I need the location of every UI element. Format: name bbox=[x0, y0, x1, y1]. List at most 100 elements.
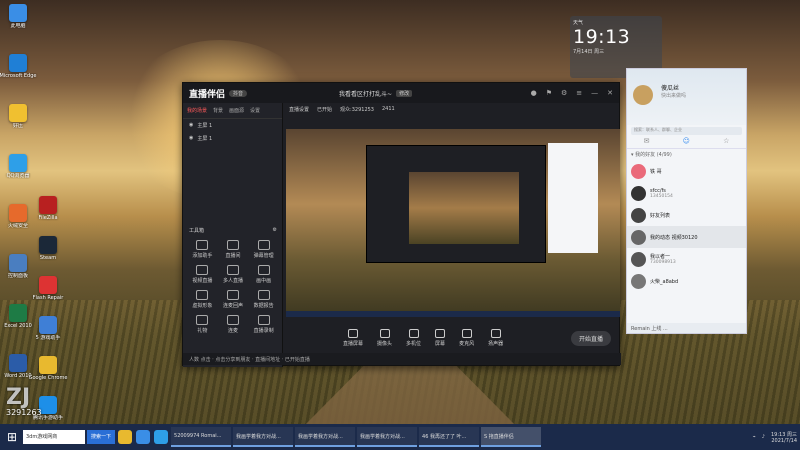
taskbar-item[interactable]: 我画学着我方对战... bbox=[233, 427, 294, 447]
eye-icon[interactable]: ◉ bbox=[189, 122, 193, 129]
desktop-icon[interactable]: Excel 2010 bbox=[2, 304, 34, 338]
tool-button[interactable]: 连麦 bbox=[218, 315, 249, 334]
message-tab-icon[interactable]: ✉ bbox=[644, 137, 650, 148]
control-label: 扬声器 bbox=[488, 341, 504, 347]
contact-text: 我以者一 730098913 bbox=[650, 253, 676, 265]
contact-text: sfcc/fs 13450154 bbox=[650, 188, 673, 199]
chat-panel[interactable]: 傻瓜丝 快出来做吗 搜索：联系人、群聊、企业 ✉ ☺ ☆ ▾ 我的好友 (4/9… bbox=[626, 68, 747, 334]
desktop-icon[interactable]: Steam bbox=[32, 236, 64, 270]
contact-row[interactable]: 铁 哥 bbox=[627, 160, 746, 182]
contacts-tab-icon[interactable]: ☺ bbox=[683, 137, 690, 148]
menu-icon[interactable]: ≡ bbox=[576, 89, 582, 97]
control-button[interactable]: 摄像头 bbox=[377, 329, 392, 347]
close-icon[interactable]: ✕ bbox=[607, 89, 613, 97]
tool-button[interactable]: 直播间 bbox=[218, 240, 249, 259]
taskbar-item[interactable]: S 拖直播伴侣 bbox=[481, 427, 542, 447]
contact-row[interactable]: 好友列表 bbox=[627, 204, 746, 226]
contact-row[interactable]: 我的动态 视频30120 bbox=[627, 226, 746, 248]
preview-info: 2411 bbox=[381, 106, 395, 112]
eye-icon[interactable]: ◉ bbox=[189, 135, 193, 142]
start-live-button[interactable]: 开始直播 bbox=[570, 330, 611, 346]
network-icon[interactable]: ⌁ bbox=[753, 434, 756, 440]
weather-day: 周三 bbox=[594, 49, 605, 55]
contact-row[interactable]: sfcc/fs 13450154 bbox=[627, 182, 746, 204]
desktop-icon[interactable]: 5 游戏助手 bbox=[32, 316, 64, 350]
left-tab[interactable]: 设置 bbox=[250, 107, 260, 114]
chrome-pinned-icon[interactable] bbox=[118, 430, 133, 444]
desktop-icon[interactable]: FileZilla bbox=[32, 196, 64, 230]
tray-time[interactable]: 19:13 周三 bbox=[771, 431, 797, 438]
tool-button[interactable]: 虚拟形象 bbox=[187, 290, 218, 309]
volume-icon[interactable]: ♪ bbox=[762, 434, 765, 440]
system-tray: ⌁ ♪ 19:13 周三 2021/7/14 bbox=[753, 431, 797, 444]
taskbar-search-button[interactable]: 搜索一下 bbox=[87, 430, 116, 444]
app-icon bbox=[9, 154, 27, 172]
toolbox-header: 工具箱 bbox=[189, 228, 205, 234]
qq-pinned-icon[interactable] bbox=[154, 430, 169, 444]
tool-button[interactable]: 弹幕管理 bbox=[248, 240, 279, 259]
desktop-icon[interactable]: Google Chrome bbox=[29, 356, 67, 390]
left-tab[interactable]: 画面源 bbox=[229, 107, 244, 114]
desktop-icon[interactable]: 火绒安全 bbox=[2, 204, 34, 238]
control-button[interactable]: 麦克风 bbox=[459, 329, 474, 347]
desktop-icon[interactable]: QQ浏览器 bbox=[2, 154, 34, 188]
control-button[interactable]: 直播屏幕 bbox=[343, 329, 363, 347]
left-tab[interactable]: 我的场景 bbox=[187, 107, 207, 114]
tool-icon bbox=[196, 290, 209, 300]
id-badge: ZJ 3291263 bbox=[6, 387, 54, 428]
version-badge[interactable]: 抖音 bbox=[229, 89, 248, 97]
stream-preview[interactable] bbox=[286, 129, 620, 317]
contact-row[interactable]: 火柴_a8abd bbox=[627, 270, 746, 292]
contact-name: 我以者一 bbox=[650, 254, 671, 260]
settings-icon[interactable]: ⚙ bbox=[561, 89, 567, 97]
space-tab-icon[interactable]: ☆ bbox=[723, 137, 729, 148]
tool-button[interactable]: 画中画 bbox=[248, 265, 279, 284]
chat-footer: Remain 上线 ... bbox=[627, 323, 746, 333]
left-tab[interactable]: 背景 bbox=[213, 107, 223, 114]
tool-icon bbox=[226, 265, 239, 275]
gift-icon[interactable]: ⚑ bbox=[546, 89, 552, 97]
avatar-icon[interactable]: ● bbox=[531, 89, 537, 97]
tool-button[interactable]: 添加助手 bbox=[187, 240, 218, 259]
nested-chat-window bbox=[548, 143, 598, 253]
desktop-icon[interactable]: Microsoft Edge bbox=[0, 54, 36, 88]
avatar[interactable] bbox=[633, 85, 653, 105]
tool-icon bbox=[257, 265, 270, 275]
tool-button[interactable]: 数据报告 bbox=[248, 290, 279, 309]
control-button[interactable]: 多机位 bbox=[406, 329, 421, 347]
tool-button[interactable]: 视频直播 bbox=[187, 265, 218, 284]
contact-text: 我的动态 视频30120 bbox=[650, 234, 698, 241]
explorer-pinned-icon[interactable] bbox=[136, 430, 151, 444]
live-companion-window[interactable]: 直播伴侣 抖音 我看看区打打乱斗~ 修改 ● ⚑ ⚙ ≡ — ✕ 我的场景 背景画… bbox=[182, 82, 621, 367]
tool-button[interactable]: 礼物 bbox=[187, 315, 218, 334]
tool-button[interactable]: 连麦回声 bbox=[218, 290, 249, 309]
taskbar-search-input[interactable]: 3dm游戏网商 bbox=[23, 430, 85, 444]
tool-icon bbox=[226, 240, 239, 250]
edit-project-button[interactable]: 修改 bbox=[396, 89, 413, 97]
scene-item[interactable]: ◉ 主屏 1 bbox=[183, 132, 282, 145]
desktop-icon[interactable]: Word 2010 bbox=[2, 354, 34, 388]
taskbar-item[interactable]: 我画学着我方对战... bbox=[295, 427, 356, 447]
desktop-icon[interactable]: Flash Repair bbox=[32, 276, 64, 310]
tray-date[interactable]: 2021/7/14 bbox=[771, 438, 797, 444]
control-button[interactable]: 扬声器 bbox=[488, 329, 503, 347]
desktop-icon[interactable]: 好压 bbox=[2, 104, 34, 138]
contact-row[interactable]: 我以者一 730098913 bbox=[627, 248, 746, 270]
control-button[interactable]: 屏幕 bbox=[435, 329, 445, 347]
taskbar-item[interactable]: 52009974 Romai... bbox=[171, 427, 232, 447]
project-title: 我看看区打打乱斗~ bbox=[339, 90, 393, 98]
windows-start-icon[interactable]: ⊞ bbox=[3, 428, 21, 446]
tool-button[interactable]: 多人直播 bbox=[218, 265, 249, 284]
tool-label: 画中画 bbox=[256, 278, 272, 284]
toolbox-settings-icon[interactable]: ⚙ bbox=[273, 227, 277, 234]
taskbar-item[interactable]: 我画学着我方对战... bbox=[357, 427, 418, 447]
app-icon bbox=[39, 196, 57, 214]
tool-button[interactable]: 直播录制 bbox=[248, 315, 279, 334]
friend-group-header[interactable]: ▾ 我的好友 (4/99) bbox=[627, 149, 746, 160]
taskbar-item[interactable]: 46 我再还了了 叶... bbox=[419, 427, 480, 447]
contact-search-input[interactable]: 搜索：联系人、群聊、企业 bbox=[631, 127, 742, 135]
desktop-icon[interactable]: 此电脑 bbox=[2, 4, 34, 38]
minimize-icon[interactable]: — bbox=[591, 89, 598, 97]
scene-item[interactable]: ◉ 主屏 1 bbox=[183, 119, 282, 132]
app-logo: 直播伴侣 bbox=[189, 89, 226, 100]
